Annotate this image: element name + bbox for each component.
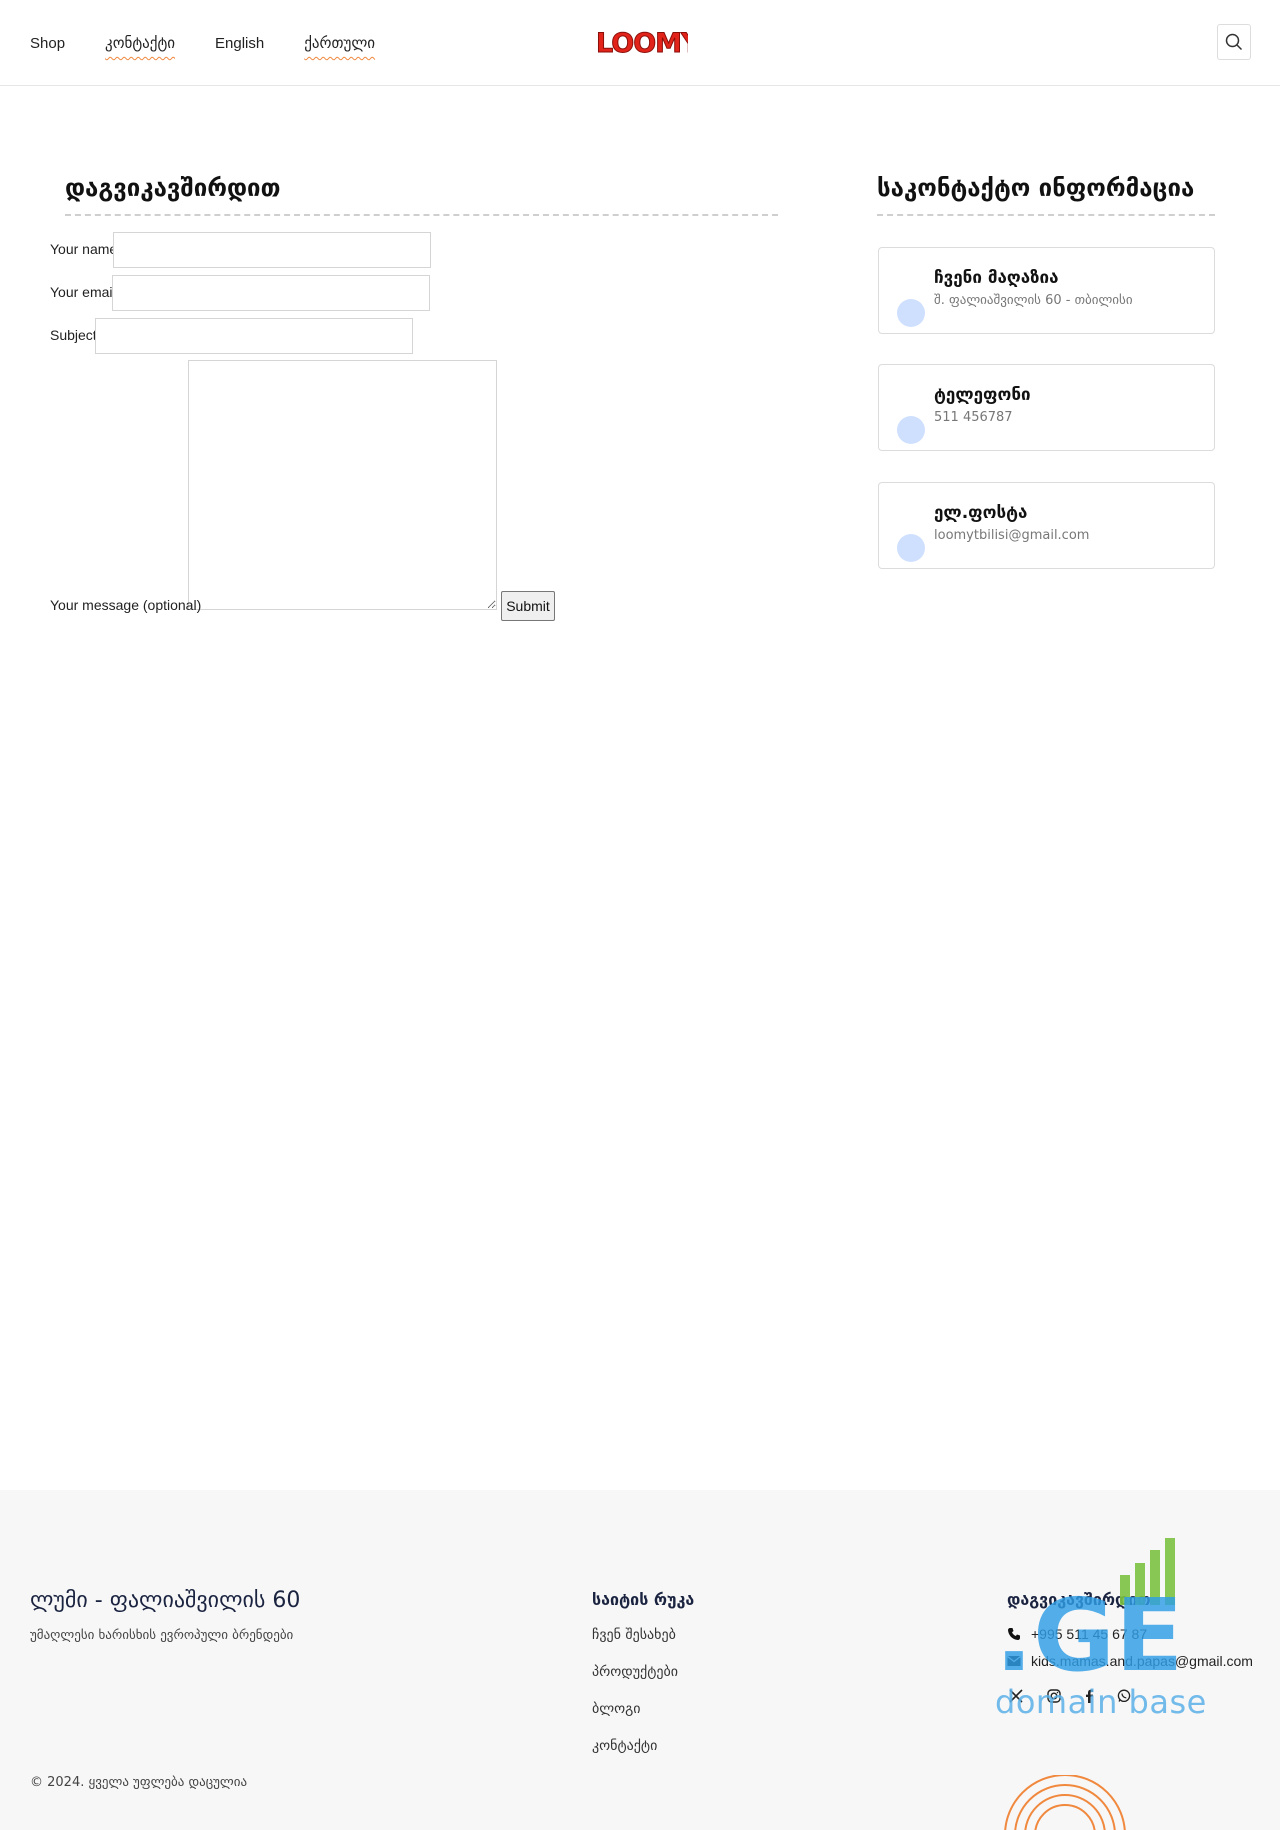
message-label: Your message (optional): [50, 597, 202, 613]
store-card-title: ჩვენი მაღაზია: [934, 268, 1059, 288]
footer-contact-title: დაგვიკავშირდით: [1007, 1590, 1151, 1609]
store-card: ჩვენი მაღაზია შ. ფალიაშვილის 60 - თბილის…: [878, 247, 1215, 334]
footer-link-products[interactable]: პროდუქტები: [592, 1664, 678, 1680]
footer-link-about[interactable]: ჩვენ შესახებ: [592, 1627, 676, 1643]
contact-form-title: დაგვიკავშირდით: [65, 174, 281, 202]
location-icon: [897, 299, 925, 327]
x-icon[interactable]: [1007, 1687, 1025, 1705]
contact-info-title: საკონტაქტო ინფორმაცია: [877, 174, 1195, 202]
decorative-arcs: [1004, 1775, 1126, 1830]
nav-contact[interactable]: კონტაქტი: [105, 34, 175, 52]
footer-phone[interactable]: +995 511 45 67 87: [1007, 1626, 1147, 1642]
email-card-title: ელ.ფოსტა: [934, 503, 1028, 523]
footer-phone-text: +995 511 45 67 87: [1031, 1626, 1148, 1642]
subject-label: Subject: [50, 327, 97, 343]
phone-icon: [1008, 1628, 1020, 1640]
phone-card-title: ტელეფონი: [934, 385, 1031, 405]
nav-shop[interactable]: Shop: [30, 35, 65, 52]
nav-georgian[interactable]: ქართული: [304, 34, 375, 52]
phone-card-number: 511 456787: [934, 410, 1013, 425]
sitemap-title: საიტის რუკა: [592, 1590, 695, 1609]
search-button[interactable]: [1217, 24, 1251, 60]
name-field[interactable]: [113, 232, 431, 268]
email-card-address: loomytbilisi@gmail.com: [934, 528, 1090, 543]
footer-brand: ლუმი - ფალიაშვილის 60: [30, 1588, 301, 1613]
footer-tagline: უმაღლესი ხარისხის ევროპული ბრენდები: [30, 1628, 294, 1643]
footer-copyright: © 2024. ყველა უფლება დაცულია: [30, 1775, 248, 1790]
subject-field[interactable]: [95, 318, 413, 354]
phone-icon: [897, 416, 925, 444]
name-label: Your name: [50, 241, 118, 257]
title-divider: [65, 214, 778, 216]
instagram-icon[interactable]: [1045, 1687, 1063, 1705]
main-nav: Shop კონტაქტი English ქართული: [30, 0, 415, 86]
email-card: ელ.ფოსტა loomytbilisi@gmail.com: [878, 482, 1215, 569]
footer-email[interactable]: kids.mamas.and.papas@gmail.com: [1007, 1653, 1253, 1669]
footer-link-blog[interactable]: ბლოგი: [592, 1701, 641, 1717]
footer-email-text: kids.mamas.and.papas@gmail.com: [1031, 1653, 1253, 1669]
email-field[interactable]: [112, 275, 430, 311]
store-card-address: შ. ფალიაშვილის 60 - თბილისი: [934, 293, 1133, 308]
phone-card: ტელეფონი 511 456787: [878, 364, 1215, 451]
site-logo[interactable]: LOOMY: [594, 27, 703, 62]
search-icon: [1225, 33, 1243, 51]
facebook-icon[interactable]: [1080, 1687, 1098, 1705]
nav-english[interactable]: English: [215, 35, 264, 52]
message-field[interactable]: [188, 360, 497, 610]
email-icon: [897, 534, 925, 562]
svg-text:LOOMY: LOOMY: [596, 28, 688, 57]
whatsapp-icon[interactable]: [1115, 1687, 1133, 1705]
site-header: Shop კონტაქტი English ქართული LOOMY: [0, 0, 1280, 86]
footer-link-contact[interactable]: კონტაქტი: [592, 1738, 657, 1754]
info-title-divider: [877, 214, 1215, 216]
site-footer: ლუმი - ფალიაშვილის 60 უმაღლესი ხარისხის …: [0, 1490, 1280, 1830]
submit-button[interactable]: Submit: [501, 591, 555, 621]
email-label: Your email: [50, 284, 116, 300]
envelope-icon: [1007, 1656, 1021, 1666]
